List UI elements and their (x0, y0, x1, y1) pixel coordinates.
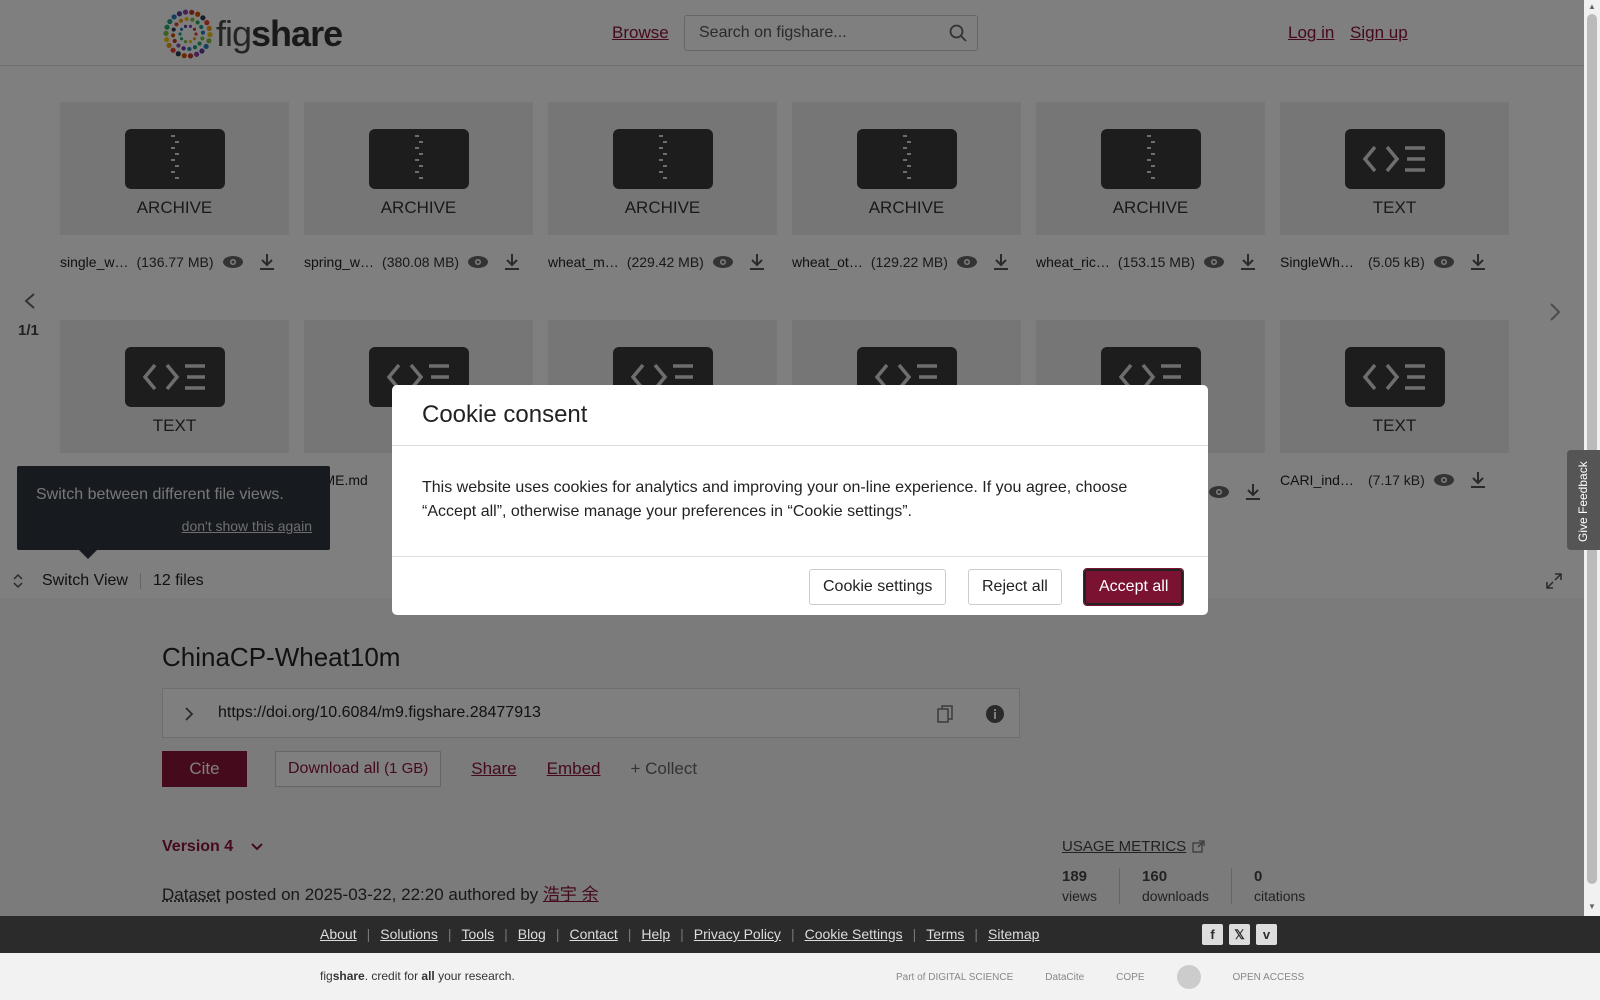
footer-link[interactable]: Solutions (380, 926, 438, 942)
footer-separator: | (974, 926, 979, 942)
footer-separator: | (912, 926, 917, 942)
partner-logo[interactable] (1176, 965, 1201, 989)
scroll-down-icon[interactable]: ▼ (1588, 902, 1596, 911)
footer-separator: | (555, 926, 560, 942)
footer-links: About | Solutions | Tools | Blog | Contact | Help |… (320, 926, 1039, 942)
scrollbar-thumb[interactable] (1587, 14, 1597, 884)
scroll-up-icon[interactable]: ▲ (1588, 2, 1596, 11)
partner-logo[interactable]: Part of DIGITAL SCIENCE (896, 972, 1013, 983)
cookie-dialog-footer: Cookie settings Reject all Accept all (392, 557, 1208, 615)
footer-separator: | (627, 926, 632, 942)
partner-logo[interactable]: OPEN ACCESS (1233, 972, 1305, 983)
footer-tagline: figshare. credit for all your research. (320, 969, 515, 983)
partner-logo[interactable]: DataCite (1045, 972, 1084, 983)
social-links: f 𝕏 v (1202, 924, 1283, 945)
footer-separator: | (366, 926, 371, 942)
footer-link[interactable]: Tools (461, 926, 494, 942)
footer-link[interactable]: Privacy Policy (694, 926, 781, 942)
footer-link[interactable]: Blog (518, 926, 546, 942)
accept-all-button[interactable]: Accept all (1082, 568, 1185, 606)
cookie-settings-button[interactable]: Cookie settings (809, 569, 947, 605)
vimeo-icon[interactable]: v (1256, 924, 1277, 945)
footer-links-bar: About | Solutions | Tools | Blog | Contact | Help |… (0, 916, 1600, 953)
footer-link[interactable]: Terms (926, 926, 964, 942)
footer-link[interactable]: Help (641, 926, 670, 942)
give-feedback-tab[interactable]: Give Feedback (1567, 450, 1600, 550)
partner-logos: Part of DIGITAL SCIENCE DataCite COPE OPEN … (896, 965, 1336, 989)
x-icon[interactable]: 𝕏 (1229, 924, 1250, 945)
footer-bottom: figshare. credit for all your research. … (0, 953, 1600, 1000)
cookie-dialog-title: Cookie consent (392, 385, 1208, 446)
footer-separator: | (790, 926, 795, 942)
reject-all-button[interactable]: Reject all (968, 569, 1062, 605)
footer-link[interactable]: Cookie Settings (805, 926, 903, 942)
facebook-icon[interactable]: f (1202, 924, 1223, 945)
feedback-label: Give Feedback (1576, 461, 1590, 542)
partner-logo[interactable]: COPE (1116, 972, 1144, 983)
cookie-consent-dialog: Cookie consent This website uses cookies… (392, 385, 1208, 615)
footer-link[interactable]: Sitemap (988, 926, 1039, 942)
footer-link[interactable]: About (320, 926, 357, 942)
footer-separator: | (447, 926, 452, 942)
footer-link[interactable]: Contact (569, 926, 617, 942)
footer-separator: | (504, 926, 508, 942)
cookie-dialog-body: This website uses cookies for analytics … (392, 446, 1208, 557)
footer-separator: | (680, 926, 684, 942)
